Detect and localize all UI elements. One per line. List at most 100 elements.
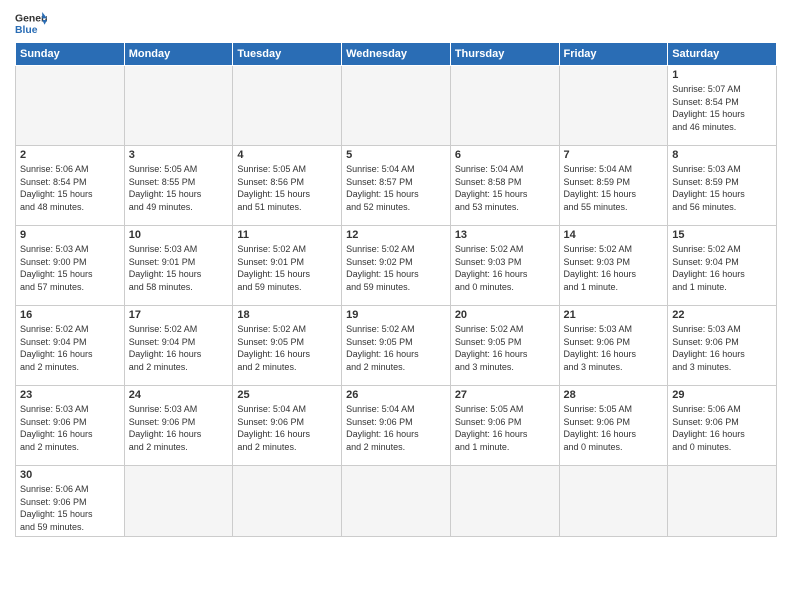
- day-number: 30: [20, 469, 120, 481]
- day-number: 17: [129, 309, 229, 321]
- calendar-cell: 1 Sunrise: 5:07 AM Sunset: 8:54 PM Daylig…: [668, 66, 777, 146]
- day-info: Sunrise: 5:02 AM Sunset: 9:05 PM Dayligh…: [237, 323, 337, 373]
- calendar-cell: [124, 66, 233, 146]
- week-row-4: 16 Sunrise: 5:02 AM Sunset: 9:04 PM Dayli…: [16, 306, 777, 386]
- day-number: 4: [237, 149, 337, 161]
- svg-text:Blue: Blue: [15, 25, 38, 36]
- day-number: 7: [564, 149, 664, 161]
- day-info: Sunrise: 5:03 AM Sunset: 9:06 PM Dayligh…: [20, 403, 120, 453]
- day-info: Sunrise: 5:04 AM Sunset: 8:58 PM Dayligh…: [455, 163, 555, 213]
- page-header: General Blue: [15, 10, 777, 38]
- day-number: 28: [564, 389, 664, 401]
- calendar-cell: 20 Sunrise: 5:02 AM Sunset: 9:05 PM Dayli…: [450, 306, 559, 386]
- calendar-cell: 10Sunrise: 5:03 AM Sunset: 9:01 PM Dayli…: [124, 226, 233, 306]
- day-info: Sunrise: 5:06 AM Sunset: 9:06 PM Dayligh…: [20, 483, 120, 533]
- calendar-cell: 26Sunrise: 5:04 AM Sunset: 9:06 PM Dayli…: [342, 386, 451, 466]
- week-row-1: 1 Sunrise: 5:07 AM Sunset: 8:54 PM Daylig…: [16, 66, 777, 146]
- day-info: Sunrise: 5:02 AM Sunset: 9:05 PM Dayligh…: [455, 323, 555, 373]
- days-header-row: SundayMondayTuesdayWednesdayThursdayFrid…: [16, 43, 777, 66]
- day-number: 16: [20, 309, 120, 321]
- day-number: 13: [455, 229, 555, 241]
- day-info: Sunrise: 5:03 AM Sunset: 8:59 PM Dayligh…: [672, 163, 772, 213]
- logo-icon: General Blue: [15, 10, 47, 38]
- calendar-cell: [342, 466, 451, 537]
- day-number: 22: [672, 309, 772, 321]
- calendar-cell: [559, 466, 668, 537]
- day-number: 3: [129, 149, 229, 161]
- calendar-cell: 25 Sunrise: 5:04 AM Sunset: 9:06 PM Dayli…: [233, 386, 342, 466]
- day-info: Sunrise: 5:03 AM Sunset: 9:06 PM Dayligh…: [564, 323, 664, 373]
- week-row-5: 23 Sunrise: 5:03 AM Sunset: 9:06 PM Dayli…: [16, 386, 777, 466]
- calendar-cell: 21 Sunrise: 5:03 AM Sunset: 9:06 PM Dayli…: [559, 306, 668, 386]
- day-info: Sunrise: 5:05 AM Sunset: 8:55 PM Dayligh…: [129, 163, 229, 213]
- calendar-cell: 22Sunrise: 5:03 AM Sunset: 9:06 PM Dayli…: [668, 306, 777, 386]
- day-number: 29: [672, 389, 772, 401]
- calendar-cell: [16, 66, 125, 146]
- day-number: 15: [672, 229, 772, 241]
- day-header-saturday: Saturday: [668, 43, 777, 66]
- day-info: Sunrise: 5:04 AM Sunset: 8:59 PM Dayligh…: [564, 163, 664, 213]
- day-number: 14: [564, 229, 664, 241]
- day-info: Sunrise: 5:05 AM Sunset: 9:06 PM Dayligh…: [564, 403, 664, 453]
- calendar-cell: 3 Sunrise: 5:05 AM Sunset: 8:55 PM Daylig…: [124, 146, 233, 226]
- calendar-cell: 6Sunrise: 5:04 AM Sunset: 8:58 PM Daylig…: [450, 146, 559, 226]
- calendar-cell: 28 Sunrise: 5:05 AM Sunset: 9:06 PM Dayli…: [559, 386, 668, 466]
- day-number: 23: [20, 389, 120, 401]
- day-info: Sunrise: 5:03 AM Sunset: 9:01 PM Dayligh…: [129, 243, 229, 293]
- week-row-6: 30 Sunrise: 5:06 AM Sunset: 9:06 PM Dayli…: [16, 466, 777, 537]
- calendar-cell: 24 Sunrise: 5:03 AM Sunset: 9:06 PM Dayli…: [124, 386, 233, 466]
- calendar-cell: 15 Sunrise: 5:02 AM Sunset: 9:04 PM Dayli…: [668, 226, 777, 306]
- calendar-cell: [342, 66, 451, 146]
- logo: General Blue: [15, 10, 47, 38]
- calendar-cell: 7 Sunrise: 5:04 AM Sunset: 8:59 PM Daylig…: [559, 146, 668, 226]
- day-info: Sunrise: 5:07 AM Sunset: 8:54 PM Dayligh…: [672, 83, 772, 133]
- calendar-cell: 2Sunrise: 5:06 AM Sunset: 8:54 PM Daylig…: [16, 146, 125, 226]
- day-number: 8: [672, 149, 772, 161]
- day-number: 12: [346, 229, 446, 241]
- day-info: Sunrise: 5:06 AM Sunset: 9:06 PM Dayligh…: [672, 403, 772, 453]
- day-number: 25: [237, 389, 337, 401]
- day-header-monday: Monday: [124, 43, 233, 66]
- day-info: Sunrise: 5:05 AM Sunset: 8:56 PM Dayligh…: [237, 163, 337, 213]
- day-info: Sunrise: 5:02 AM Sunset: 9:02 PM Dayligh…: [346, 243, 446, 293]
- calendar-cell: 29 Sunrise: 5:06 AM Sunset: 9:06 PM Dayli…: [668, 386, 777, 466]
- calendar-cell: 5Sunrise: 5:04 AM Sunset: 8:57 PM Daylig…: [342, 146, 451, 226]
- day-number: 27: [455, 389, 555, 401]
- calendar-cell: 19Sunrise: 5:02 AM Sunset: 9:05 PM Dayli…: [342, 306, 451, 386]
- day-header-sunday: Sunday: [16, 43, 125, 66]
- day-info: Sunrise: 5:04 AM Sunset: 9:06 PM Dayligh…: [346, 403, 446, 453]
- day-header-wednesday: Wednesday: [342, 43, 451, 66]
- day-number: 11: [237, 229, 337, 241]
- day-number: 1: [672, 69, 772, 81]
- day-number: 18: [237, 309, 337, 321]
- day-info: Sunrise: 5:02 AM Sunset: 9:04 PM Dayligh…: [20, 323, 120, 373]
- day-number: 24: [129, 389, 229, 401]
- day-number: 5: [346, 149, 446, 161]
- day-info: Sunrise: 5:02 AM Sunset: 9:01 PM Dayligh…: [237, 243, 337, 293]
- day-info: Sunrise: 5:03 AM Sunset: 9:06 PM Dayligh…: [129, 403, 229, 453]
- day-header-tuesday: Tuesday: [233, 43, 342, 66]
- day-info: Sunrise: 5:03 AM Sunset: 9:00 PM Dayligh…: [20, 243, 120, 293]
- calendar-cell: 11 Sunrise: 5:02 AM Sunset: 9:01 PM Dayli…: [233, 226, 342, 306]
- calendar-cell: [668, 466, 777, 537]
- week-row-3: 9Sunrise: 5:03 AM Sunset: 9:00 PM Daylig…: [16, 226, 777, 306]
- day-number: 21: [564, 309, 664, 321]
- day-info: Sunrise: 5:04 AM Sunset: 9:06 PM Dayligh…: [237, 403, 337, 453]
- calendar-cell: 12 Sunrise: 5:02 AM Sunset: 9:02 PM Dayli…: [342, 226, 451, 306]
- calendar-cell: [450, 466, 559, 537]
- calendar-cell: [233, 66, 342, 146]
- day-info: Sunrise: 5:02 AM Sunset: 9:05 PM Dayligh…: [346, 323, 446, 373]
- day-header-friday: Friday: [559, 43, 668, 66]
- day-info: Sunrise: 5:02 AM Sunset: 9:04 PM Dayligh…: [672, 243, 772, 293]
- day-header-thursday: Thursday: [450, 43, 559, 66]
- calendar-cell: 17 Sunrise: 5:02 AM Sunset: 9:04 PM Dayli…: [124, 306, 233, 386]
- day-info: Sunrise: 5:02 AM Sunset: 9:03 PM Dayligh…: [455, 243, 555, 293]
- day-info: Sunrise: 5:02 AM Sunset: 9:03 PM Dayligh…: [564, 243, 664, 293]
- calendar-cell: 23 Sunrise: 5:03 AM Sunset: 9:06 PM Dayli…: [16, 386, 125, 466]
- calendar-cell: [450, 66, 559, 146]
- calendar-cell: 4 Sunrise: 5:05 AM Sunset: 8:56 PM Daylig…: [233, 146, 342, 226]
- day-number: 2: [20, 149, 120, 161]
- day-info: Sunrise: 5:02 AM Sunset: 9:04 PM Dayligh…: [129, 323, 229, 373]
- day-number: 20: [455, 309, 555, 321]
- calendar-cell: 27Sunrise: 5:05 AM Sunset: 9:06 PM Dayli…: [450, 386, 559, 466]
